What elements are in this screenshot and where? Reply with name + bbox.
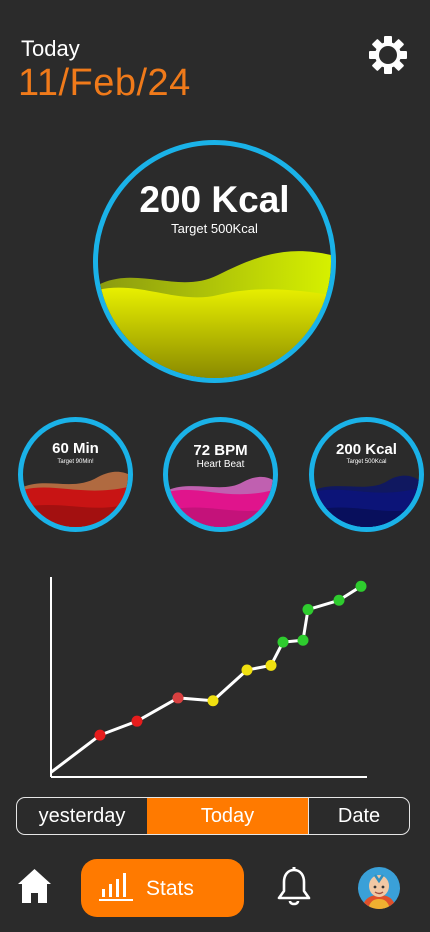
series-line [50, 585, 362, 774]
segment-today[interactable]: Today [147, 798, 308, 834]
data-point [241, 664, 253, 676]
data-point [172, 692, 184, 704]
segment-yesterday[interactable]: yesterday [17, 798, 147, 834]
data-point [277, 636, 289, 648]
today-label: Today [21, 36, 80, 61]
data-point [265, 659, 277, 671]
heart-rate-value: 72 BPM [193, 442, 248, 459]
data-point [207, 695, 219, 707]
heart-rate-label: Heart Beat [196, 459, 245, 470]
home-icon[interactable] [16, 867, 53, 905]
calorie-target: Target 500Kcal [171, 221, 258, 236]
page-date: 11/Feb/24 [18, 62, 191, 104]
data-point [94, 729, 106, 741]
calorie-mini-target: Target 500Kcal [346, 459, 387, 465]
duration-wave [23, 471, 128, 527]
segment-date[interactable]: Date [308, 798, 409, 834]
calorie-value: 200 Kcal [139, 179, 290, 220]
data-point [131, 715, 143, 727]
data-point [333, 594, 345, 606]
duration-value: 60 Min [52, 440, 99, 457]
data-point [355, 580, 367, 592]
data-point [302, 604, 314, 616]
heart-rate-wave [168, 476, 273, 527]
duration-ring: 60 Min Target 90Min! [18, 417, 133, 532]
calorie-mini-value: 200 Kcal [336, 441, 397, 458]
progress-line-chart [50, 577, 367, 778]
bell-icon[interactable] [276, 866, 312, 908]
heart-rate-ring: 72 BPM Heart Beat [163, 417, 278, 532]
calorie-mini-ring: 200 Kcal Target 500Kcal [309, 417, 424, 532]
stats-label: Stats [146, 877, 194, 900]
stats-nav-button[interactable]: Stats [81, 859, 244, 917]
calorie-mini-wave [314, 475, 419, 527]
data-point [297, 634, 309, 646]
bar-chart-icon [99, 873, 133, 901]
gear-icon[interactable] [367, 34, 409, 76]
avatar[interactable] [358, 867, 400, 909]
calorie-progress-ring: 200 Kcal Target 500Kcal [93, 140, 336, 383]
duration-target: Target 90Min! [57, 459, 94, 465]
day-segmented-control: yesterday Today Date [16, 797, 410, 835]
